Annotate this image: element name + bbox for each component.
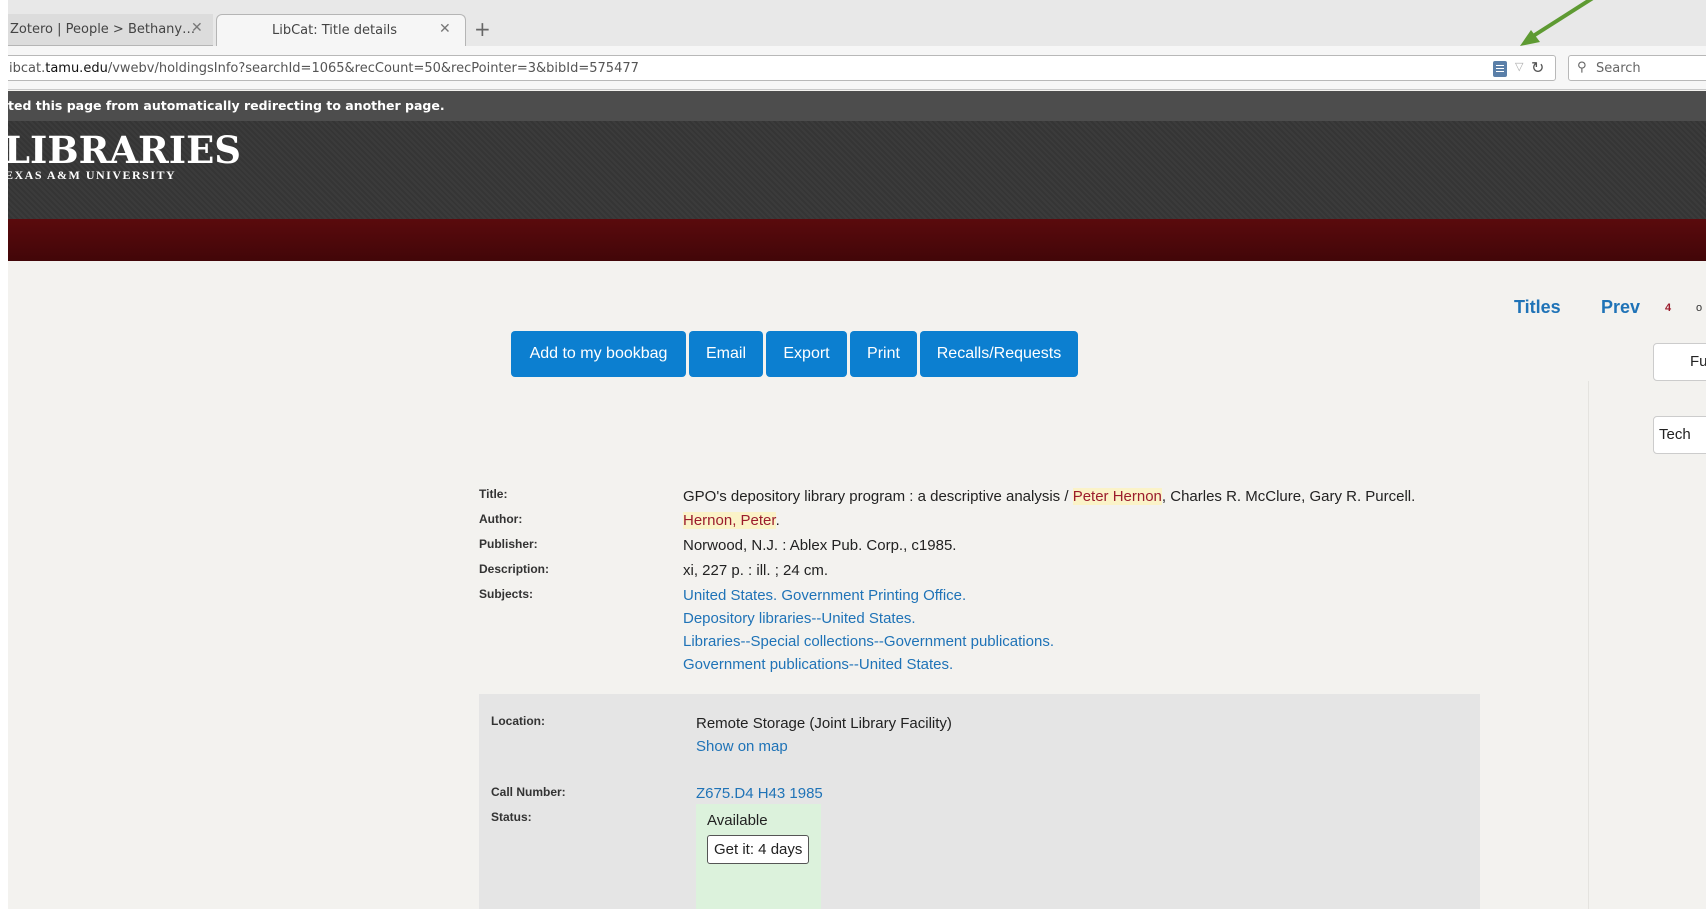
close-icon[interactable]: ✕ (191, 20, 203, 36)
action-bar: Add to my bookbag Email Export Print Rec… (511, 331, 1078, 377)
print-button[interactable]: Print (850, 331, 917, 377)
tab-title: LibCat: Title details (272, 23, 398, 38)
close-icon[interactable]: ✕ (439, 21, 451, 37)
recalls-requests-button[interactable]: Recalls/Requests (920, 331, 1078, 377)
call-number-label: Call Number: (491, 785, 566, 799)
title-value: GPO's depository library program : a des… (683, 488, 1416, 505)
search-icon: ⚲ (1577, 60, 1587, 75)
notice-text: ted this page from automatically redirec… (8, 98, 445, 113)
export-button[interactable]: Export (766, 331, 847, 377)
subject-link[interactable]: Libraries--Special collections--Governme… (683, 633, 1054, 650)
annotation-arrow-icon (1520, 0, 1594, 46)
publisher-label: Publisher: (479, 537, 538, 551)
navigation-bar: ibcat.tamu.edu/vwebv/holdingsInfo?search… (8, 46, 1706, 90)
logo-libraries[interactable]: LIBRARIES (8, 131, 241, 169)
main-content: Titles Prev 4 o Fu Tech Add to my bookba… (8, 261, 1706, 909)
status-box: Available Get it: 4 days (696, 804, 821, 909)
chevron-down-icon[interactable]: ▽ (1515, 60, 1523, 73)
reload-icon[interactable]: ↻ (1531, 58, 1544, 77)
email-button[interactable]: Email (689, 331, 763, 377)
url-text: ibcat.tamu.edu/vwebv/holdingsInfo?search… (9, 61, 639, 76)
description-value: xi, 227 p. : ill. ; 24 cm. (683, 562, 829, 579)
subject-link[interactable]: United States. Government Printing Offic… (683, 587, 966, 604)
get-it-button[interactable]: Get it: 4 days (707, 835, 810, 864)
nav-band (8, 219, 1706, 261)
tab-zotero[interactable]: Zotero | People > Bethany… ✕ (8, 14, 213, 46)
reader-view-icon[interactable] (1493, 61, 1507, 77)
description-label: Description: (479, 562, 550, 576)
record-number: 4 (1665, 302, 1672, 314)
author-value[interactable]: Hernon, Peter. (683, 512, 780, 529)
tab-bar: Zotero | People > Bethany… ✕ LibCat: Tit… (8, 0, 1706, 46)
sidebar-divider (1588, 381, 1589, 909)
new-tab-button[interactable]: + (474, 17, 491, 41)
titles-link[interactable]: Titles (1514, 297, 1561, 318)
status-label: Status: (491, 810, 532, 824)
show-on-map-link[interactable]: Show on map (696, 738, 788, 755)
publisher-value: Norwood, N.J. : Ablex Pub. Corp., c1985. (683, 537, 957, 554)
author-label: Author: (479, 512, 523, 526)
subject-link[interactable]: Depository libraries--United States. (683, 610, 916, 627)
subject-link[interactable]: Government publications--United States. (683, 656, 953, 673)
tab-title: Zotero | People > Bethany… (10, 22, 196, 37)
location-value: Remote Storage (Joint Library Facility) (696, 715, 952, 732)
search-placeholder: Search (1596, 61, 1641, 76)
full-record-button[interactable]: Fu (1653, 343, 1706, 381)
author-link[interactable]: Hernon, Peter (683, 512, 776, 529)
call-number-link[interactable]: Z675.D4 H43 1985 (696, 785, 823, 802)
redirect-notice-bar: ted this page from automatically redirec… (8, 91, 1706, 121)
search-box[interactable]: ⚲ Search (1568, 55, 1706, 81)
subjects-label: Subjects: (479, 587, 534, 601)
location-label: Location: (491, 714, 545, 728)
technical-view-button[interactable]: Tech (1653, 416, 1706, 454)
status-text: Available (707, 812, 768, 829)
highlighted-author: Peter Hernon (1072, 488, 1162, 505)
record-of: o (1696, 302, 1703, 314)
add-to-bookbag-button[interactable]: Add to my bookbag (511, 331, 686, 377)
prev-link[interactable]: Prev (1601, 297, 1640, 318)
title-label: Title: (479, 487, 508, 501)
browser-window: Zotero | People > Bethany… ✕ LibCat: Tit… (8, 0, 1706, 909)
holdings-panel: Location: Remote Storage (Joint Library … (479, 694, 1480, 909)
tab-libcat[interactable]: LibCat: Title details ✕ (216, 14, 466, 46)
site-header: LIBRARIES EXAS A&M UNIVERSITY (8, 121, 1706, 219)
logo-university: EXAS A&M UNIVERSITY (8, 168, 177, 182)
url-bar[interactable]: ibcat.tamu.edu/vwebv/holdingsInfo?search… (8, 55, 1556, 81)
